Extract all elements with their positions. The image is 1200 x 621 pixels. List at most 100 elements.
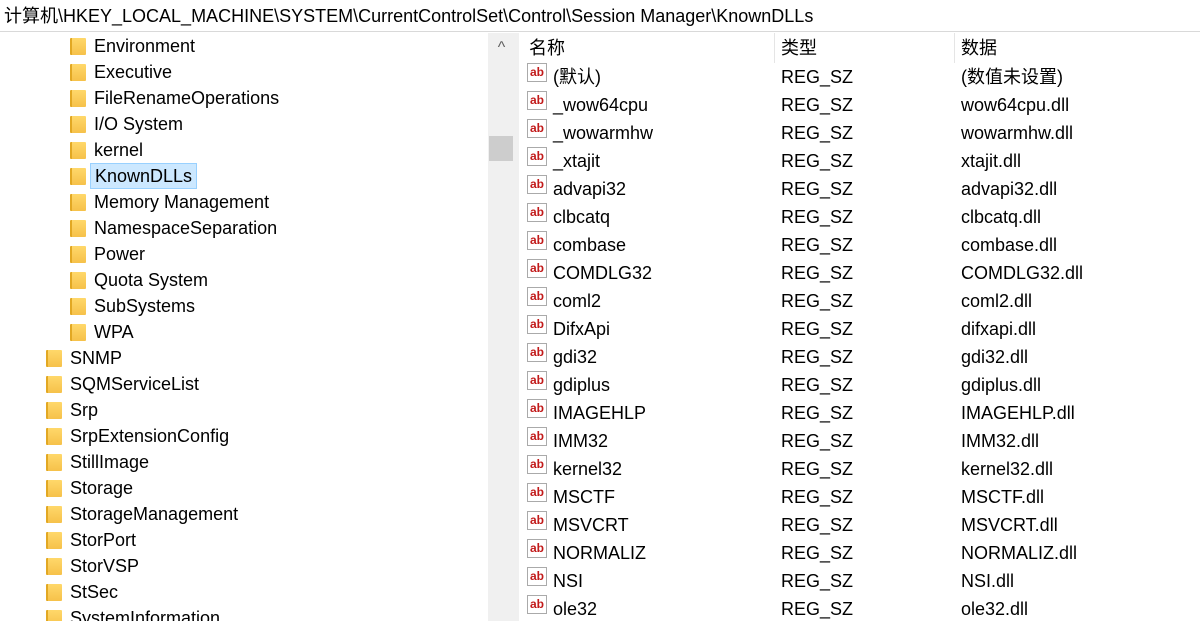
- value-row[interactable]: ab ole32 REG_SZ ole32.dll: [519, 595, 1200, 621]
- value-row[interactable]: ab MSVCRT REG_SZ MSVCRT.dll: [519, 511, 1200, 539]
- tree-item[interactable]: NamespaceSeparation: [0, 215, 488, 241]
- value-row[interactable]: ab _wowarmhw REG_SZ wowarmhw.dll: [519, 119, 1200, 147]
- tree-scrollbar[interactable]: ^: [488, 33, 515, 621]
- value-type: REG_SZ: [781, 487, 854, 507]
- column-divider[interactable]: [954, 33, 955, 63]
- value-row[interactable]: ab (默认) REG_SZ (数值未设置): [519, 63, 1200, 91]
- value-row[interactable]: ab advapi32 REG_SZ advapi32.dll: [519, 175, 1200, 203]
- tree-item[interactable]: Quota System: [0, 267, 488, 293]
- tree-item-label[interactable]: StSec: [66, 579, 122, 605]
- tree-item[interactable]: ›Storage: [0, 475, 488, 501]
- tree-item-label[interactable]: Srp: [66, 397, 102, 423]
- tree-item[interactable]: StorPort: [0, 527, 488, 553]
- column-header-type[interactable]: 类型: [781, 33, 817, 63]
- tree-item[interactable]: KnownDLLs: [0, 163, 488, 189]
- value-row[interactable]: ab COMDLG32 REG_SZ COMDLG32.dll: [519, 259, 1200, 287]
- scroll-up-button[interactable]: ^: [488, 35, 515, 59]
- value-row[interactable]: ab clbcatq REG_SZ clbcatq.dll: [519, 203, 1200, 231]
- value-data: NORMALIZ.dll: [961, 543, 1078, 563]
- tree-item[interactable]: ›StSec: [0, 579, 488, 605]
- tree-item-label[interactable]: I/O System: [90, 111, 187, 137]
- folder-icon: [46, 480, 62, 497]
- tree-item-label[interactable]: Power: [90, 241, 149, 267]
- value-type: REG_SZ: [781, 151, 854, 171]
- value-row[interactable]: ab IMM32 REG_SZ IMM32.dll: [519, 427, 1200, 455]
- value-row[interactable]: ab _wow64cpu REG_SZ wow64cpu.dll: [519, 91, 1200, 119]
- value-row[interactable]: ab NORMALIZ REG_SZ NORMALIZ.dll: [519, 539, 1200, 567]
- tree-item-label[interactable]: Memory Management: [90, 189, 273, 215]
- value-type: REG_SZ: [781, 515, 854, 535]
- column-header-data[interactable]: 数据: [961, 33, 997, 63]
- tree-item-label[interactable]: SystemInformation: [66, 605, 224, 621]
- folder-icon: [70, 324, 86, 341]
- tree-item[interactable]: FileRenameOperations: [0, 85, 488, 111]
- value-data: advapi32.dll: [961, 179, 1058, 199]
- tree-item-label[interactable]: WPA: [90, 319, 138, 345]
- tree-item[interactable]: ›kernel: [0, 137, 488, 163]
- tree-item-label[interactable]: StorVSP: [66, 553, 143, 579]
- tree-item-label[interactable]: StorageManagement: [66, 501, 242, 527]
- address-bar[interactable]: 计算机\HKEY_LOCAL_MACHINE\SYSTEM\CurrentCon…: [0, 0, 1200, 32]
- tree-item[interactable]: SubSystems: [0, 293, 488, 319]
- tree-item-label[interactable]: NamespaceSeparation: [90, 215, 281, 241]
- value-name: advapi32: [553, 179, 627, 199]
- column-divider[interactable]: [774, 33, 775, 63]
- tree-item[interactable]: Power: [0, 241, 488, 267]
- value-row[interactable]: ab combase REG_SZ combase.dll: [519, 231, 1200, 259]
- tree-item[interactable]: I/O System: [0, 111, 488, 137]
- string-value-icon: ab: [527, 231, 547, 250]
- folder-icon: [46, 376, 62, 393]
- tree-item[interactable]: ›Memory Management: [0, 189, 488, 215]
- tree-item-label[interactable]: Storage: [66, 475, 137, 501]
- value-type: REG_SZ: [781, 431, 854, 451]
- tree-item-label[interactable]: SQMServiceList: [66, 371, 203, 397]
- string-value-icon: ab: [527, 343, 547, 362]
- tree-item[interactable]: ›SNMP: [0, 345, 488, 371]
- folder-icon: [70, 272, 86, 289]
- tree-item-label[interactable]: FileRenameOperations: [90, 85, 283, 111]
- tree-item[interactable]: ›Srp: [0, 397, 488, 423]
- value-row[interactable]: ab MSCTF REG_SZ MSCTF.dll: [519, 483, 1200, 511]
- tree-item-label-selected[interactable]: KnownDLLs: [90, 163, 198, 189]
- value-type: REG_SZ: [781, 67, 854, 87]
- tree-item[interactable]: ›StorageManagement: [0, 501, 488, 527]
- folder-icon: [70, 116, 86, 133]
- value-type: REG_SZ: [781, 235, 854, 255]
- folder-icon: [70, 246, 86, 263]
- value-row[interactable]: ab NSI REG_SZ NSI.dll: [519, 567, 1200, 595]
- tree-item-label[interactable]: Environment: [90, 33, 199, 59]
- value-type: REG_SZ: [781, 95, 854, 115]
- value-row[interactable]: ab IMAGEHLP REG_SZ IMAGEHLP.dll: [519, 399, 1200, 427]
- registry-key-tree[interactable]: Environment Executive FileRenameOperations…: [0, 33, 488, 621]
- tree-item[interactable]: Environment: [0, 33, 488, 59]
- tree-item[interactable]: ›StorVSP: [0, 553, 488, 579]
- tree-item-label[interactable]: Executive: [90, 59, 176, 85]
- value-row[interactable]: ab kernel32 REG_SZ kernel32.dll: [519, 455, 1200, 483]
- value-row[interactable]: ab gdiplus REG_SZ gdiplus.dll: [519, 371, 1200, 399]
- tree-item[interactable]: ›StillImage: [0, 449, 488, 475]
- value-name: coml2: [553, 291, 602, 311]
- column-header-name[interactable]: 名称: [529, 33, 565, 63]
- folder-icon: [46, 350, 62, 367]
- tree-item[interactable]: SystemInformation: [0, 605, 488, 621]
- values-list: 名称 类型 数据 ab (默认) REG_SZ (数值未设置) ab _wow64cpu R…: [519, 33, 1200, 621]
- tree-item-label[interactable]: StorPort: [66, 527, 140, 553]
- tree-item[interactable]: SrpExtensionConfig: [0, 423, 488, 449]
- tree-item-label[interactable]: SNMP: [66, 345, 126, 371]
- tree-item-label[interactable]: SrpExtensionConfig: [66, 423, 233, 449]
- value-data: MSCTF.dll: [961, 487, 1045, 507]
- tree-item[interactable]: SQMServiceList: [0, 371, 488, 397]
- tree-item-label[interactable]: StillImage: [66, 449, 153, 475]
- value-name: MSVCRT: [553, 515, 629, 535]
- value-type: REG_SZ: [781, 263, 854, 283]
- tree-item[interactable]: ›WPA: [0, 319, 488, 345]
- value-row[interactable]: ab DifxApi REG_SZ difxapi.dll: [519, 315, 1200, 343]
- value-row[interactable]: ab _xtajit REG_SZ xtajit.dll: [519, 147, 1200, 175]
- tree-item-label[interactable]: SubSystems: [90, 293, 199, 319]
- tree-item-label[interactable]: Quota System: [90, 267, 212, 293]
- tree-item[interactable]: Executive: [0, 59, 488, 85]
- scroll-thumb[interactable]: [489, 136, 513, 161]
- tree-item-label[interactable]: kernel: [90, 137, 147, 163]
- value-row[interactable]: ab coml2 REG_SZ coml2.dll: [519, 287, 1200, 315]
- value-row[interactable]: ab gdi32 REG_SZ gdi32.dll: [519, 343, 1200, 371]
